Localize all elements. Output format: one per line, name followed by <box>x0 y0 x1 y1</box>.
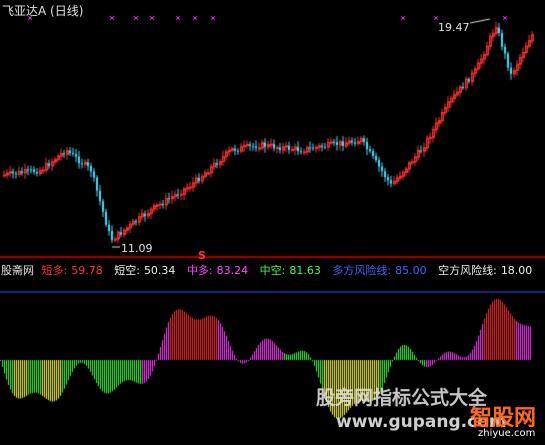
indicator-name: 股斋网 <box>1 264 34 277</box>
stock-name: 飞亚达A <box>2 4 47 18</box>
logo-url: zhiyue.com <box>478 428 536 439</box>
indicator-item-short-short: 短空: 50.34 <box>114 264 176 277</box>
indicator-item-bull-risk: 多方风险线: 85.00 <box>332 264 427 277</box>
indicator-item-mid-long: 中多: 83.24 <box>186 264 249 277</box>
chart-period: (日线) <box>50 4 84 18</box>
indicator-item-mid-short: 中空: 81.63 <box>259 264 321 277</box>
indicator-item-short-long: 短多: 59.78 <box>41 264 103 277</box>
price-chart-canvas[interactable] <box>0 0 545 445</box>
price-low-label: 11.09 <box>121 242 153 255</box>
indicator-legend: 股斋网 短多: 59.78 短空: 50.34 中多: 83.24 中空: 81.63 … <box>1 262 540 277</box>
indicator-item-bear-risk: 空方风险线: 18.00 <box>438 264 533 277</box>
price-high-label: 19.47 <box>438 21 470 34</box>
chart-title: 飞亚达A (日线) <box>2 2 83 19</box>
watermark-title: 股旁网指标公式大全 <box>316 387 488 409</box>
sell-signal-label: S <box>198 249 206 262</box>
